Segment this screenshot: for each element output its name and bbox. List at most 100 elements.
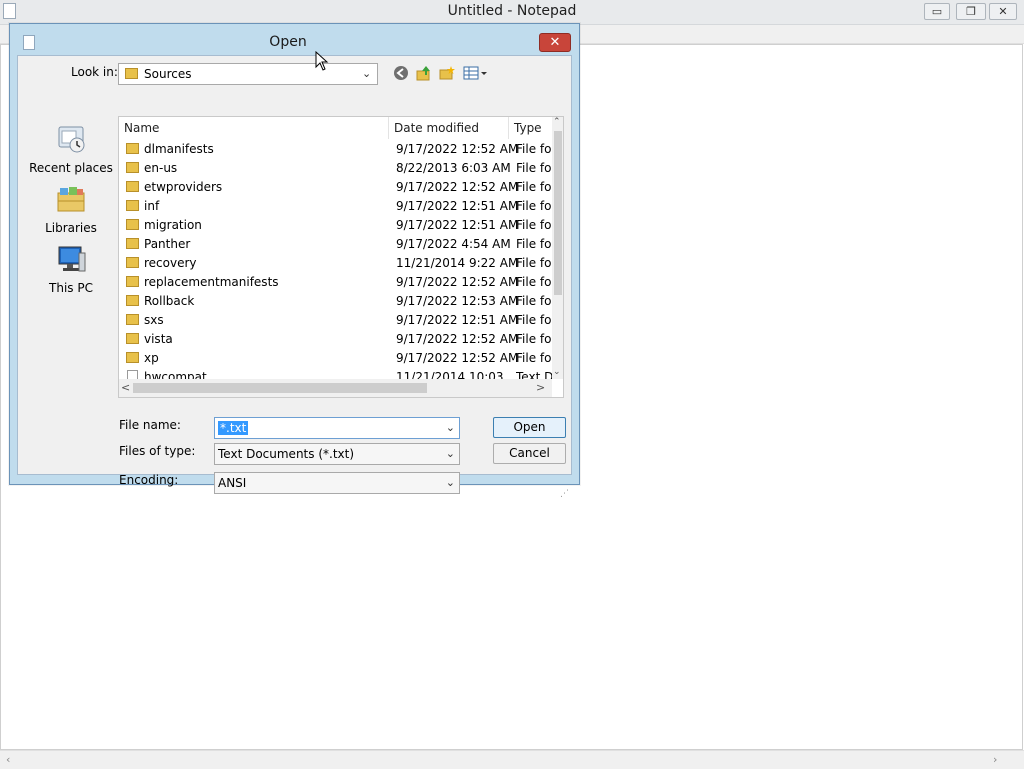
- chevron-down-icon[interactable]: ⌄: [446, 447, 455, 460]
- libraries-icon: [57, 187, 85, 212]
- column-header-date-modified[interactable]: Date modified: [389, 117, 509, 139]
- open-button[interactable]: Open: [493, 417, 566, 438]
- look-in-label: Look in:: [71, 65, 118, 79]
- file-type-cell: File folder: [516, 275, 553, 289]
- file-date-cell: 9/17/2022 12:52 AM: [396, 332, 519, 346]
- vertical-scroll-thumb[interactable]: [554, 131, 562, 295]
- file-list-row[interactable]: Rollback 9/17/2022 12:53 AMFile folder: [119, 292, 553, 311]
- file-date-cell: 8/22/2013 6:03 AM: [396, 161, 511, 175]
- chevron-down-icon[interactable]: ⌄: [446, 421, 455, 434]
- file-date-cell: 9/17/2022 12:51 AM: [396, 218, 519, 232]
- scroll-left-icon[interactable]: ‹: [6, 753, 10, 766]
- places-libraries[interactable]: Libraries: [26, 183, 116, 235]
- resize-grip-icon[interactable]: ⋰: [560, 489, 569, 499]
- file-name-cell: en-us: [144, 161, 178, 175]
- folder-icon: [126, 143, 139, 154]
- scroll-up-icon[interactable]: ⌃: [553, 117, 561, 127]
- file-list[interactable]: ^ Name Date modified Type dlmanifests 9/1…: [118, 116, 564, 398]
- file-name-cell: etwproviders: [144, 180, 223, 194]
- file-type-cell: File folder: [516, 218, 553, 232]
- places-recent[interactable]: Recent places: [26, 123, 116, 175]
- dialog-title: Open: [269, 34, 307, 50]
- back-button[interactable]: [392, 64, 410, 82]
- file-name-cell: recovery: [144, 256, 197, 270]
- file-list-row[interactable]: en-us 8/22/2013 6:03 AM File folder: [119, 159, 553, 178]
- file-list-horizontal-scrollbar[interactable]: < >: [119, 379, 552, 397]
- close-button[interactable]: ✕: [989, 3, 1017, 20]
- file-list-row[interactable]: sxs 9/17/2022 12:51 AMFile folder: [119, 311, 553, 330]
- file-type-cell: File folder: [516, 313, 553, 327]
- file-list-row[interactable]: dlmanifests 9/17/2022 12:52 AMFile folder: [119, 140, 553, 159]
- scroll-right-icon[interactable]: ›: [993, 753, 997, 766]
- file-name-cell: Rollback: [144, 294, 195, 308]
- computer-icon: [58, 246, 86, 272]
- file-list-row[interactable]: vista 9/17/2022 12:52 AMFile folder: [119, 330, 553, 349]
- file-name-cell: migration: [144, 218, 202, 232]
- file-list-vertical-scrollbar[interactable]: ⌃ ⌄: [552, 117, 563, 379]
- create-new-folder-button[interactable]: [438, 64, 456, 82]
- file-list-row[interactable]: replacementmanifests 9/17/2022 12:52 AM Fi…: [119, 273, 553, 292]
- dialog-client-area: Look in: Sources ⌄ Recent places Librari…: [17, 55, 572, 499]
- file-date-cell: 9/17/2022 12:52 AM: [396, 351, 519, 365]
- file-list-row[interactable]: migration 9/17/2022 12:51 AMFile folder: [119, 216, 553, 235]
- encoding-select[interactable]: ANSI ⌄: [214, 472, 460, 494]
- folder-up-icon: [416, 66, 430, 81]
- open-dialog: Open ✕ Look in: Sources ⌄ Recent places …: [9, 23, 580, 499]
- places-this-pc[interactable]: This PC: [26, 243, 116, 295]
- files-of-type-select[interactable]: Text Documents (*.txt) ⌄: [214, 443, 460, 465]
- folder-icon: [126, 276, 139, 287]
- close-icon: ✕: [998, 5, 1008, 18]
- file-name-cell: replacementmanifests: [144, 275, 279, 289]
- cancel-button[interactable]: Cancel: [493, 443, 566, 464]
- file-list-row[interactable]: Panther 9/17/2022 4:54 AM File folder: [119, 235, 553, 254]
- view-menu-button[interactable]: [462, 64, 490, 82]
- file-type-cell: File folder: [516, 142, 553, 156]
- maximize-button[interactable]: ❐: [956, 3, 986, 20]
- view-menu-icon: [463, 66, 487, 80]
- file-name-cell: sxs: [144, 313, 164, 327]
- places-recent-label: Recent places: [29, 161, 113, 175]
- recent-places-icon: [58, 126, 85, 153]
- notepad-horizontal-scrollbar[interactable]: ‹ ›: [0, 750, 1024, 769]
- places-this-pc-label: This PC: [49, 281, 93, 295]
- file-list-row[interactable]: etwproviders 9/17/2022 12:52 AMFile folde…: [119, 178, 553, 197]
- file-name-field[interactable]: *.txt ⌄: [214, 417, 460, 439]
- folder-icon: [126, 295, 139, 306]
- file-type-cell: File folder: [516, 332, 553, 346]
- column-header-name[interactable]: Name: [119, 117, 389, 139]
- new-folder-icon: [439, 66, 455, 80]
- file-name-cell: dlmanifests: [144, 142, 214, 156]
- file-list-row[interactable]: inf 9/17/2022 12:51 AMFile folder: [119, 197, 553, 216]
- horizontal-scroll-thumb[interactable]: [133, 383, 427, 393]
- folder-icon: [126, 181, 139, 192]
- chevron-down-icon[interactable]: ⌄: [446, 476, 455, 489]
- file-date-cell: 9/17/2022 12:52 AM: [396, 275, 519, 289]
- file-name-cell: Panther: [144, 237, 191, 251]
- file-date-cell: 11/21/2014 9:22 AM: [396, 256, 519, 270]
- file-list-row[interactable]: recovery 11/21/2014 9:22 AMFile folder: [119, 254, 553, 273]
- file-type-cell: File folder: [516, 351, 553, 365]
- file-date-cell: 9/17/2022 12:52 AM: [396, 180, 519, 194]
- close-icon: ✕: [549, 35, 561, 50]
- scroll-left-icon[interactable]: <: [121, 381, 130, 394]
- dialog-close-button[interactable]: ✕: [539, 33, 571, 52]
- chevron-down-icon[interactable]: ⌄: [362, 67, 371, 80]
- column-header-type[interactable]: Type: [509, 117, 553, 139]
- restore-icon: ❐: [966, 5, 976, 18]
- file-name-value[interactable]: *.txt: [218, 421, 249, 435]
- file-type-cell: File folder: [516, 180, 553, 194]
- file-date-cell: 9/17/2022 12:51 AM: [396, 199, 519, 213]
- look-in-combobox[interactable]: Sources ⌄: [118, 63, 378, 85]
- folder-icon: [126, 333, 139, 344]
- folder-icon: [126, 257, 139, 268]
- scroll-down-icon[interactable]: ⌄: [553, 367, 561, 377]
- scroll-right-icon[interactable]: >: [536, 381, 545, 394]
- file-type-cell: File folder: [516, 199, 553, 213]
- folder-icon: [126, 219, 139, 230]
- up-one-level-button[interactable]: [415, 64, 433, 82]
- places-libraries-label: Libraries: [45, 221, 97, 235]
- file-list-row[interactable]: xp 9/17/2022 12:52 AMFile folder: [119, 349, 553, 368]
- file-name-cell: xp: [144, 351, 159, 365]
- file-date-cell: 9/17/2022 12:52 AM: [396, 142, 519, 156]
- minimize-button[interactable]: ▭: [924, 3, 950, 20]
